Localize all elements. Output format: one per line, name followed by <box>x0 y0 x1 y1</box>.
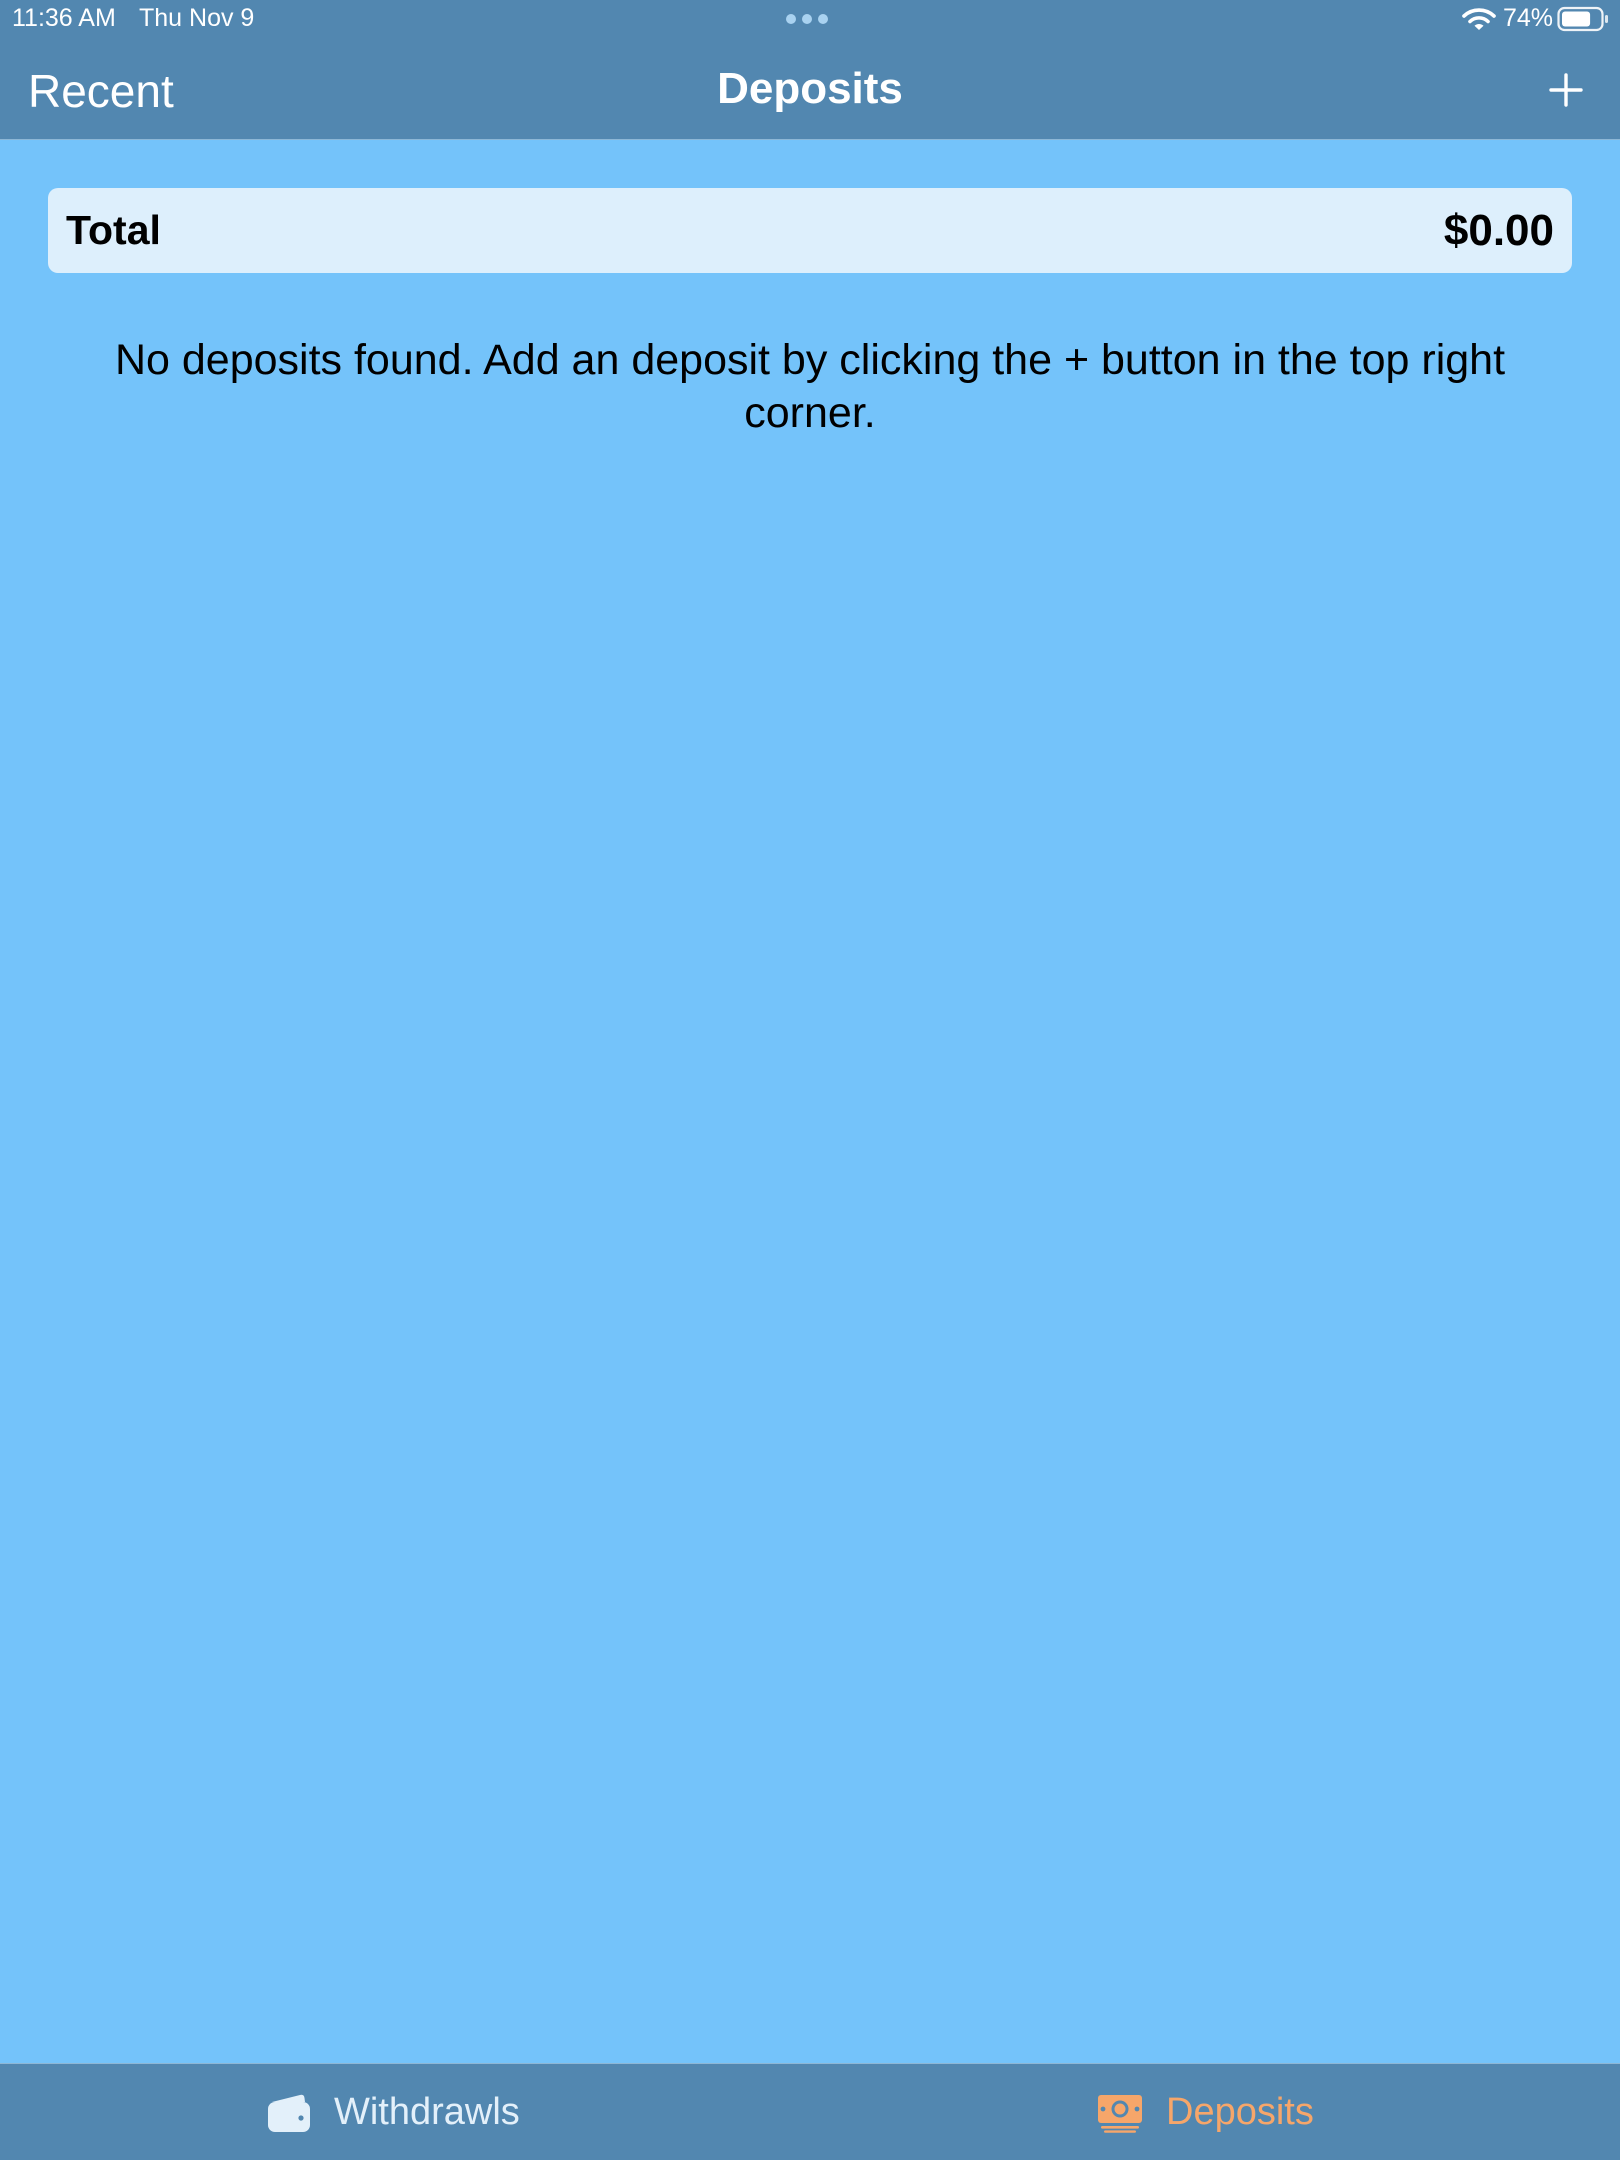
wifi-icon <box>1462 8 1496 30</box>
back-button[interactable]: Recent <box>28 64 174 118</box>
status-time: 11:36 AM <box>12 4 116 32</box>
wallet-icon <box>268 2094 310 2132</box>
battery-icon <box>1557 6 1608 32</box>
tab-withdrawals-label: Withdrawls <box>334 2091 520 2133</box>
status-date: Thu Nov 9 <box>139 4 255 32</box>
tab-deposits[interactable]: Deposits <box>1096 2064 1314 2160</box>
tab-withdrawals[interactable]: Withdrawls <box>266 2064 520 2160</box>
app-screen: 11:36 AM Thu Nov 9 74% Recent Deposits T… <box>0 0 1620 2160</box>
total-value: $0.00 <box>1443 205 1554 255</box>
page-title: Deposits <box>717 64 903 113</box>
tab-deposits-label: Deposits <box>1166 2091 1314 2133</box>
battery-percent: 74% <box>1503 4 1554 32</box>
plus-icon[interactable] <box>1546 70 1586 110</box>
total-label: Total <box>66 207 161 253</box>
top-bar: 11:36 AM Thu Nov 9 74% Recent Deposits <box>0 0 1620 140</box>
banknote-icon <box>1098 2094 1142 2133</box>
tab-bar: Withdrawls Deposits <box>0 2063 1620 2160</box>
empty-state-message: No deposits found. Add an deposit by cli… <box>114 336 1506 437</box>
total-row: Total $0.00 <box>48 188 1572 273</box>
multitask-dots-icon[interactable] <box>786 14 828 24</box>
